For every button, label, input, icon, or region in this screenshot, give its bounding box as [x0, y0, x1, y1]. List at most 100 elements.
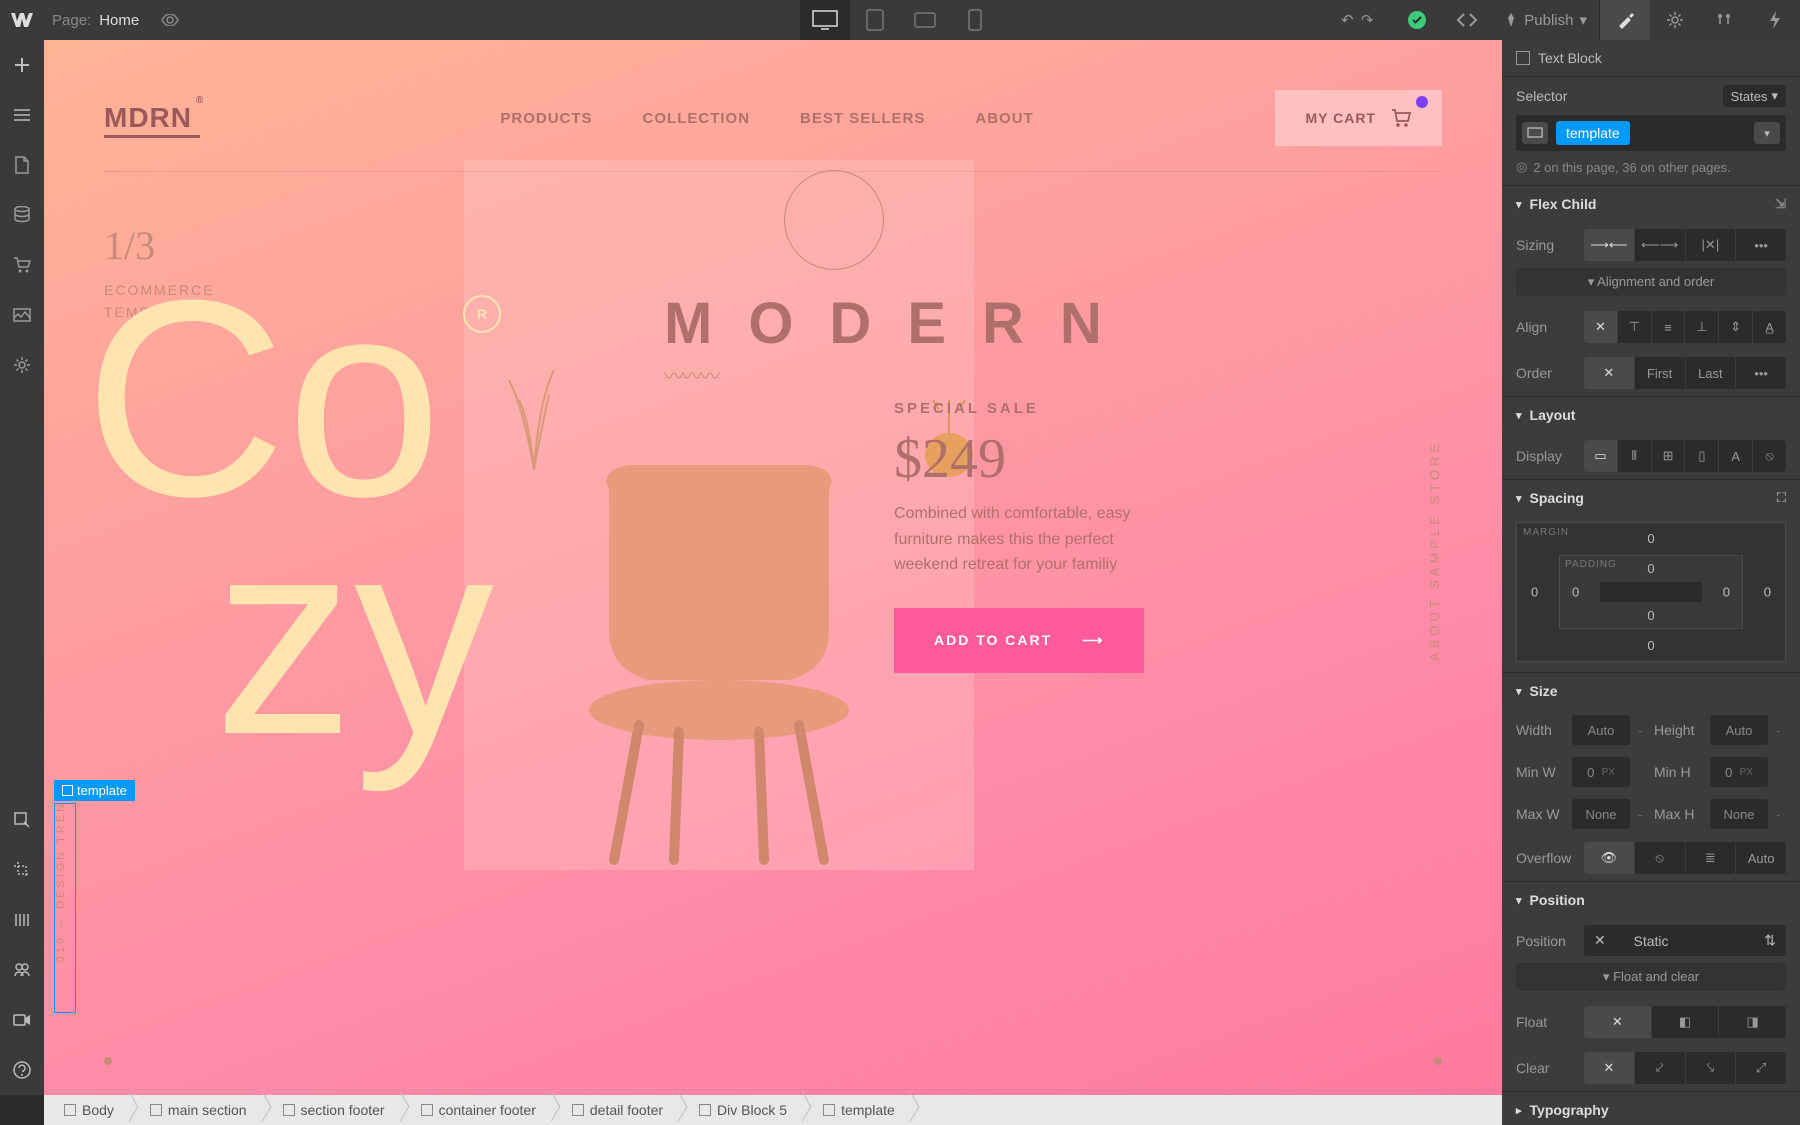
section-layout[interactable]: ▾Layout	[1502, 396, 1800, 433]
order-more-icon[interactable]: •••	[1736, 357, 1786, 389]
float-right-icon[interactable]: ◨	[1719, 1006, 1786, 1038]
align-start-icon[interactable]: ⊤	[1618, 311, 1652, 343]
section-flex-child[interactable]: ▾Flex Child⇲	[1502, 185, 1800, 222]
display-flex-icon[interactable]: ⫴	[1618, 440, 1652, 472]
crop-icon[interactable]	[0, 845, 44, 895]
clear-right-icon[interactable]: ⤥	[1686, 1052, 1737, 1084]
align-stretch-icon[interactable]: ⇕	[1719, 311, 1753, 343]
nav-collection[interactable]: COLLECTION	[643, 110, 751, 127]
position-select[interactable]: ✕ Static⇅	[1584, 925, 1786, 956]
display-inlineblock-icon[interactable]: ▯	[1685, 440, 1719, 472]
clear-both-icon[interactable]: ⤢	[1736, 1052, 1786, 1084]
guides-icon[interactable]	[0, 895, 44, 945]
float-clear-toggle[interactable]: ▾ Float and clear	[1516, 963, 1786, 991]
style-panel-icon[interactable]	[1600, 0, 1650, 40]
device-tablet-landscape-icon[interactable]	[900, 0, 950, 40]
align-baseline-icon[interactable]: A̲	[1753, 311, 1786, 343]
breadcrumb-item[interactable]: Div Block 5	[679, 1095, 803, 1125]
states-dropdown[interactable]: States ▾	[1723, 85, 1786, 107]
breadcrumb-item[interactable]: detail footer	[552, 1095, 679, 1125]
section-typography[interactable]: ▸Typography	[1502, 1091, 1800, 1125]
site-logo[interactable]: MDRN®	[104, 102, 200, 134]
video-icon[interactable]	[0, 995, 44, 1045]
display-inline-icon[interactable]: A	[1719, 440, 1753, 472]
maxh-input[interactable]: None	[1710, 799, 1768, 829]
align-none-icon[interactable]: ✕	[1584, 311, 1618, 343]
status-ok-icon[interactable]	[1392, 0, 1442, 40]
breadcrumb-item[interactable]: template	[803, 1095, 911, 1125]
spacing-editor[interactable]: MARGIN 0 0 0 0 PADDING 0 0 0 0	[1516, 522, 1786, 662]
float-none-icon[interactable]: ✕	[1584, 1006, 1652, 1038]
breadcrumb-item[interactable]: Body	[44, 1095, 130, 1125]
style-manager-icon[interactable]	[1700, 0, 1750, 40]
preview-icon[interactable]	[149, 14, 191, 26]
minh-input[interactable]: 0 PX	[1710, 757, 1768, 787]
element-selection-tag[interactable]: template	[54, 780, 135, 1013]
height-input[interactable]: Auto	[1710, 715, 1768, 745]
breadcrumb-item[interactable]: main section	[130, 1095, 263, 1125]
device-phone-icon[interactable]	[950, 0, 1000, 40]
settings-panel-icon[interactable]	[1650, 0, 1700, 40]
breadcrumb-item[interactable]: section footer	[263, 1095, 401, 1125]
overflow-auto-button[interactable]: Auto	[1736, 842, 1786, 874]
breakpoint-icon[interactable]	[1522, 122, 1548, 144]
interactions-panel-icon[interactable]	[1750, 0, 1800, 40]
overflow-scroll-icon[interactable]: ≣	[1686, 842, 1737, 874]
order-first-button[interactable]: First	[1635, 357, 1686, 389]
align-center-icon[interactable]: ≡	[1652, 311, 1686, 343]
cart-button[interactable]: MY CART	[1275, 90, 1442, 146]
expand-icon[interactable]: ⇲	[1775, 196, 1786, 212]
clear-left-icon[interactable]: ⤦	[1635, 1052, 1686, 1084]
clear-none-icon[interactable]: ✕	[1584, 1052, 1635, 1084]
section-spacing[interactable]: ▾Spacing⛶	[1502, 479, 1800, 516]
display-block-icon[interactable]: ▭	[1584, 440, 1618, 472]
webflow-logo-icon[interactable]	[0, 0, 44, 40]
navigator-icon[interactable]	[0, 90, 44, 140]
nav-bestsellers[interactable]: BEST SELLERS	[800, 110, 925, 127]
add-to-cart-button[interactable]: ADD TO CART⟶	[894, 608, 1144, 673]
display-none-icon[interactable]: ⦸	[1753, 440, 1786, 472]
width-input[interactable]: Auto	[1572, 715, 1630, 745]
expand-icon[interactable]: ⛶	[1777, 490, 1786, 506]
redo-icon[interactable]: ↷	[1342, 0, 1392, 40]
device-desktop-icon[interactable]	[800, 0, 850, 40]
help-icon[interactable]	[0, 1045, 44, 1095]
sizing-grow-icon[interactable]: ⟵⟶	[1635, 229, 1686, 261]
nav-products[interactable]: PRODUCTS	[500, 110, 592, 127]
float-left-icon[interactable]: ◧	[1652, 1006, 1720, 1038]
breadcrumb-item[interactable]: container footer	[401, 1095, 552, 1125]
selector-dropdown-icon[interactable]: ▾	[1754, 122, 1780, 144]
design-canvas[interactable]: MDRN® PRODUCTS COLLECTION BEST SELLERS A…	[44, 40, 1502, 1095]
overflow-visible-icon[interactable]: 👁	[1584, 842, 1635, 874]
cms-icon[interactable]	[0, 190, 44, 240]
align-end-icon[interactable]: ⊥	[1685, 311, 1719, 343]
sizing-more-icon[interactable]: •••	[1736, 229, 1786, 261]
audit-icon[interactable]	[0, 945, 44, 995]
device-tablet-icon[interactable]	[850, 0, 900, 40]
settings-icon[interactable]	[0, 340, 44, 390]
selector-input[interactable]: template ▾	[1516, 115, 1786, 151]
display-grid-icon[interactable]: ⊞	[1652, 440, 1686, 472]
selector-class-tag[interactable]: template	[1556, 121, 1630, 145]
slider-dot[interactable]	[104, 1057, 112, 1065]
add-element-icon[interactable]	[0, 40, 44, 90]
overflow-hidden-icon[interactable]: ⦸	[1635, 842, 1686, 874]
slider-dot[interactable]	[1434, 1057, 1442, 1065]
assets-icon[interactable]	[0, 290, 44, 340]
order-none-icon[interactable]: ✕	[1584, 357, 1635, 389]
nav-about[interactable]: ABOUT	[975, 110, 1033, 127]
pages-icon[interactable]	[0, 140, 44, 190]
section-position[interactable]: ▾Position	[1502, 881, 1800, 918]
publish-button[interactable]: Publish ▾	[1492, 11, 1599, 29]
sizing-shrink-icon[interactable]: ⟶⟵	[1584, 229, 1635, 261]
code-icon[interactable]	[1442, 0, 1492, 40]
sizing-none-icon[interactable]: |✕|	[1686, 229, 1737, 261]
alignment-order-toggle[interactable]: ▾ Alignment and order	[1516, 268, 1786, 296]
edit-tool-icon[interactable]	[0, 795, 44, 845]
maxw-input[interactable]: None	[1572, 799, 1630, 829]
order-last-button[interactable]: Last	[1686, 357, 1737, 389]
minw-input[interactable]: 0 PX	[1572, 757, 1630, 787]
section-size[interactable]: ▾Size	[1502, 672, 1800, 709]
page-name[interactable]: Home	[99, 12, 139, 29]
ecommerce-icon[interactable]	[0, 240, 44, 290]
